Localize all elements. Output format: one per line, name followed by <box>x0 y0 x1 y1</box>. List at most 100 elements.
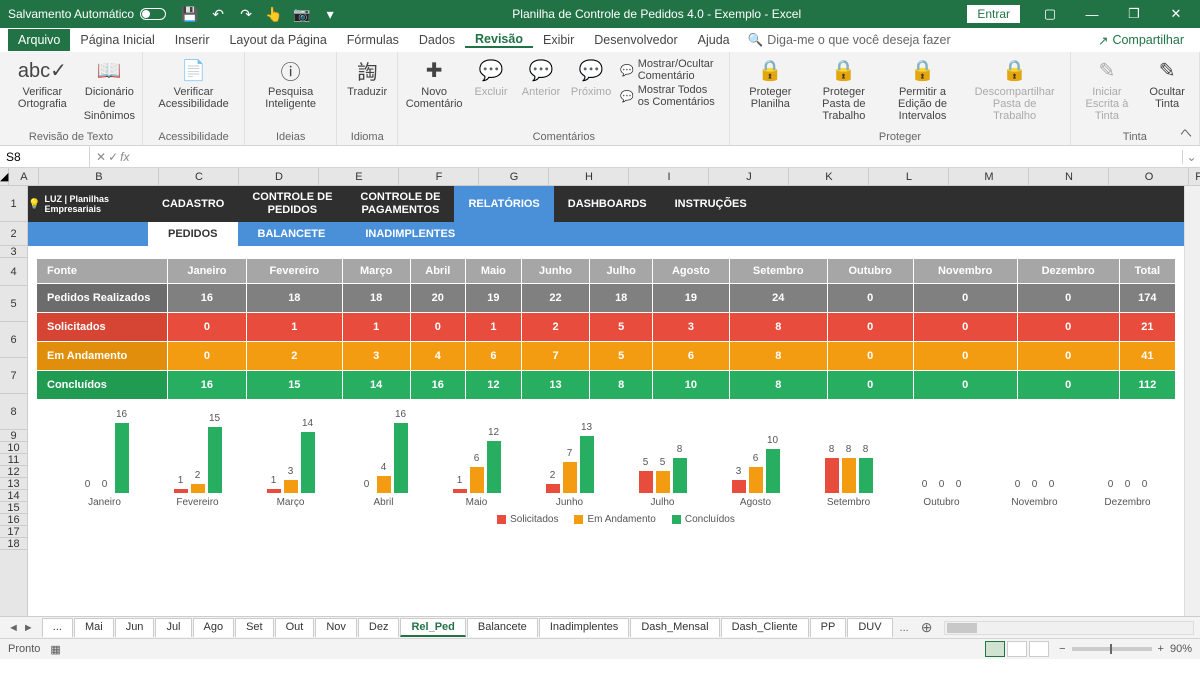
share-button[interactable]: ↗ Compartilhar <box>1090 33 1192 48</box>
autosave-toggle[interactable]: Salvamento Automático <box>0 7 174 21</box>
dash-tab-cadastro[interactable]: CADASTRO <box>148 186 238 222</box>
tab-ajuda[interactable]: Ajuda <box>688 33 740 47</box>
ribbon-options-icon[interactable]: ▢ <box>1030 0 1070 28</box>
sign-in-button[interactable]: Entrar <box>967 5 1020 23</box>
ribbon-traduzir[interactable]: 䛬Traduzir <box>343 54 391 129</box>
tell-me-search[interactable]: 🔍 Diga-me o que você deseja fazer <box>748 33 951 48</box>
ribbon-novo-coment-rio[interactable]: ✚Novo Comentário <box>404 54 464 129</box>
save-icon[interactable]: 💾 <box>178 2 202 26</box>
sheet-next-icon[interactable]: ► <box>23 622 34 634</box>
sheet-tab[interactable]: Mai <box>74 618 114 637</box>
page-layout-view-icon[interactable] <box>1007 641 1027 657</box>
zoom-level[interactable]: 90% <box>1170 643 1192 655</box>
col-header[interactable]: J <box>709 168 789 185</box>
row-header[interactable]: 2 <box>0 222 27 246</box>
fx-icon[interactable]: fx <box>120 150 129 164</box>
row-header[interactable]: 18 <box>0 538 27 550</box>
row-header[interactable]: 12 <box>0 466 27 478</box>
row-header[interactable]: 5 <box>0 286 27 322</box>
add-sheet-icon[interactable]: ⊕ <box>915 619 939 636</box>
sheet-prev-icon[interactable]: ◄ <box>8 622 19 634</box>
name-box[interactable]: S8 <box>0 146 90 167</box>
ribbon-opt[interactable]: 💬Mostrar Todos os Comentários <box>620 84 721 108</box>
row-header[interactable]: 15 <box>0 502 27 514</box>
col-header[interactable]: D <box>239 168 319 185</box>
ribbon-ocultar-tinta[interactable]: ✎Ocultar Tinta <box>1141 54 1193 129</box>
macro-recorder-icon[interactable]: ▦ <box>50 643 60 656</box>
zoom-control[interactable]: − + 90% <box>1059 643 1192 655</box>
row-header[interactable]: 17 <box>0 526 27 538</box>
tab-revisão[interactable]: Revisão <box>465 32 533 48</box>
tab-file[interactable]: Arquivo <box>8 29 70 51</box>
col-header[interactable]: O <box>1109 168 1189 185</box>
undo-icon[interactable]: ↶ <box>206 2 230 26</box>
dash-tab-relatórios[interactable]: RELATÓRIOS <box>454 186 553 222</box>
touch-mode-icon[interactable]: 👆 <box>262 2 286 26</box>
camera-icon[interactable]: 📷 <box>290 2 314 26</box>
row-header[interactable]: 8 <box>0 394 27 430</box>
maximize-icon[interactable]: ❐ <box>1114 0 1154 28</box>
sheet-tab[interactable]: Ago <box>193 618 235 637</box>
tab-layout-da-página[interactable]: Layout da Página <box>219 33 336 47</box>
row-header[interactable]: 3 <box>0 246 27 258</box>
cancel-formula-icon[interactable]: ✕ <box>96 150 106 164</box>
sheet-tab[interactable]: Dez <box>358 618 400 637</box>
row-header[interactable]: 4 <box>0 258 27 286</box>
ribbon-proteger-pasta-de-trabalho[interactable]: 🔒Proteger Pasta deTrabalho <box>808 54 879 129</box>
close-icon[interactable]: ✕ <box>1156 0 1196 28</box>
sheet-tab[interactable]: Dash_Cliente <box>721 618 809 637</box>
horizontal-scrollbar[interactable] <box>944 621 1194 635</box>
sheet-tab[interactable]: Rel_Ped <box>400 618 465 637</box>
tab-página-inicial[interactable]: Página Inicial <box>70 33 164 47</box>
dash-tab-controle-de-pedidos[interactable]: CONTROLE DEPEDIDOS <box>238 186 346 222</box>
ribbon-pesquisa-inteligente[interactable]: ⓘPesquisa Inteligente <box>251 54 330 129</box>
row-header[interactable]: 13 <box>0 478 27 490</box>
ribbon-verificar-acessibilidade[interactable]: 📄Verificar Acessibilidade <box>149 54 238 129</box>
zoom-slider[interactable] <box>1072 647 1152 651</box>
select-all-button[interactable]: ◢ <box>0 168 9 185</box>
row-header[interactable]: 14 <box>0 490 27 502</box>
row-header[interactable]: 9 <box>0 430 27 442</box>
row-header[interactable]: 16 <box>0 514 27 526</box>
subtab-inadimplentes[interactable]: INADIMPLENTES <box>345 222 475 246</box>
sheet-tab[interactable]: Nov <box>315 618 357 637</box>
dash-tab-instruções[interactable]: INSTRUÇÕES <box>661 186 761 222</box>
worksheet[interactable]: 💡 LUZ | Planilhas Empresariais CADASTROC… <box>28 186 1184 616</box>
redo-icon[interactable]: ↷ <box>234 2 258 26</box>
col-header[interactable]: H <box>549 168 629 185</box>
dash-tab-controle-de-pagamentos[interactable]: CONTROLE DEPAGAMENTOS <box>346 186 454 222</box>
row-header[interactable]: 10 <box>0 442 27 454</box>
col-header[interactable]: A <box>9 168 39 185</box>
col-header[interactable]: N <box>1029 168 1109 185</box>
col-header[interactable]: I <box>629 168 709 185</box>
col-header[interactable]: F <box>399 168 479 185</box>
tab-exibir[interactable]: Exibir <box>533 33 584 47</box>
accept-formula-icon[interactable]: ✓ <box>108 150 118 164</box>
row-header[interactable]: 7 <box>0 358 27 394</box>
autosave-switch-icon[interactable] <box>140 8 166 20</box>
subtab-balancete[interactable]: BALANCETE <box>238 222 346 246</box>
sheet-tab[interactable]: DUV <box>847 618 892 637</box>
sheet-tab[interactable]: Set <box>235 618 274 637</box>
ribbon-proteger-planilha[interactable]: 🔒Proteger Planilha <box>736 54 804 129</box>
ribbon-opt[interactable]: 💬Mostrar/Ocultar Comentário <box>620 58 721 82</box>
dash-tab-dashboards[interactable]: DASHBOARDS <box>554 186 661 222</box>
qat-customize-icon[interactable]: ▾ <box>318 2 342 26</box>
col-header[interactable]: B <box>39 168 159 185</box>
col-header[interactable]: E <box>319 168 399 185</box>
ribbon-dicion-rio-de-sin-nimos[interactable]: 📖Dicionário deSinônimos <box>83 54 136 129</box>
col-header[interactable]: K <box>789 168 869 185</box>
col-header[interactable]: P <box>1189 168 1200 185</box>
sheet-more[interactable]: ... <box>894 622 915 634</box>
sheet-tab[interactable]: Dash_Mensal <box>630 618 719 637</box>
vertical-scrollbar[interactable] <box>1184 186 1200 616</box>
sheet-tab[interactable]: Out <box>275 618 315 637</box>
zoom-in-icon[interactable]: + <box>1158 643 1164 655</box>
row-header[interactable]: 1 <box>0 186 27 222</box>
collapse-ribbon-icon[interactable]: へ <box>1180 124 1192 141</box>
col-header[interactable]: G <box>479 168 549 185</box>
expand-formula-icon[interactable]: ⌄ <box>1182 150 1200 164</box>
sheet-tab[interactable]: ... <box>42 618 73 637</box>
minimize-icon[interactable]: — <box>1072 0 1112 28</box>
row-header[interactable]: 11 <box>0 454 27 466</box>
